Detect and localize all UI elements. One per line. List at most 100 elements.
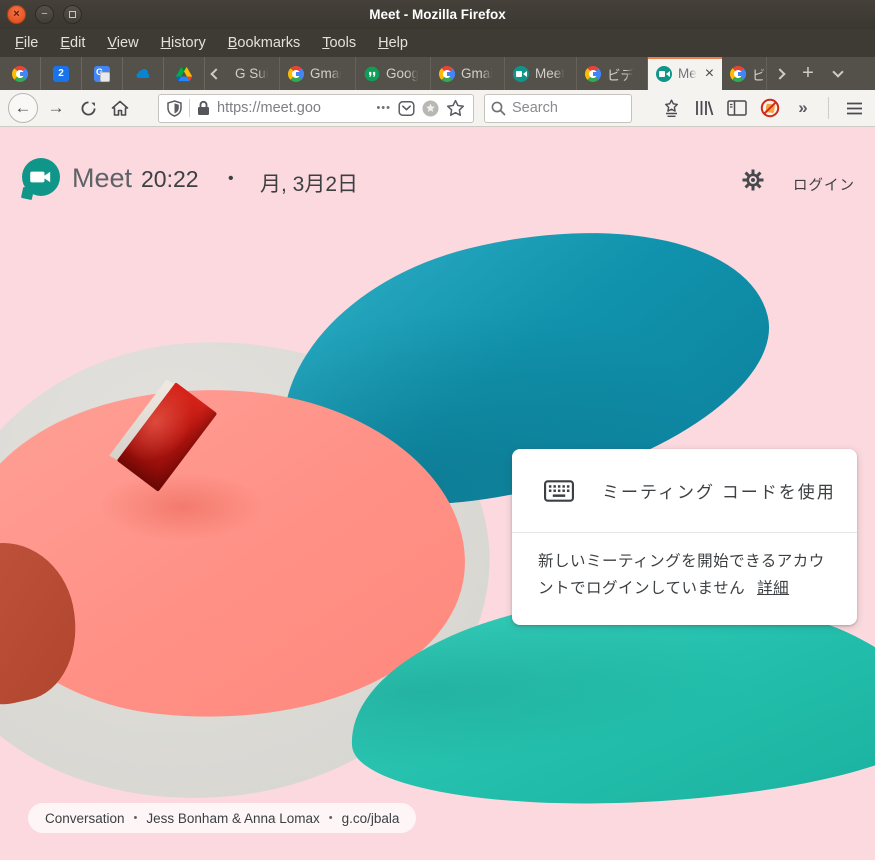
tab-strip: 2 G G Sui G (0, 57, 875, 90)
screenshots-icon[interactable] (422, 100, 439, 117)
meet-icon (656, 66, 672, 82)
new-tab-button[interactable]: + (793, 57, 823, 90)
divider (189, 99, 190, 117)
menu-file[interactable]: File (4, 31, 49, 55)
video-camera-icon (22, 158, 60, 196)
card-message: 新しいミーティングを開始できるアカウントでログインしていません詳細 (512, 533, 857, 602)
tab-label: Meet (535, 66, 565, 81)
window-controls: × − (7, 5, 82, 24)
tab-video-2[interactable]: ビ (722, 57, 767, 90)
bookmark-star-icon[interactable] (446, 99, 465, 117)
search-input[interactable] (512, 100, 612, 116)
current-date: 月, 3月2日 (260, 168, 358, 198)
meet-logo[interactable] (22, 158, 60, 196)
tab-label: Gmai (461, 66, 493, 81)
overflow-menu-button[interactable]: » (790, 95, 816, 121)
bookmarks-menu-icon (662, 99, 681, 118)
card-title: ミーティング コードを使用 (602, 478, 836, 503)
library-icon (694, 99, 714, 117)
scroll-tabs-right-button[interactable] (767, 57, 793, 90)
search-icon (491, 101, 506, 116)
sidebar-icon (727, 100, 747, 116)
pill-item-link: g.co/jbala (342, 811, 400, 826)
reload-button[interactable] (76, 96, 100, 120)
tab-gmail-1[interactable]: Gmai (280, 57, 356, 90)
page-actions-icon[interactable]: ••• (376, 102, 391, 114)
forward-button[interactable]: → (44, 98, 68, 118)
tab-meet-active[interactable]: Me × (648, 57, 722, 90)
app-menu-button[interactable] (841, 95, 867, 121)
tab-video[interactable]: ビデ (577, 57, 648, 90)
toolbar-actions: » (658, 95, 867, 121)
domino-shadow (92, 469, 272, 544)
pill-item-names: Jess Bonham & Anna Lomax (146, 811, 319, 826)
window-title: Meet - Mozilla Firefox (369, 7, 506, 22)
maximize-window-button[interactable] (63, 5, 82, 24)
chevron-down-icon (832, 66, 843, 77)
translate-icon: G (94, 66, 110, 82)
titlebar: × − Meet - Mozilla Firefox (0, 0, 875, 29)
pinned-tab-calendar[interactable]: 2 (41, 57, 82, 90)
google-icon (12, 66, 28, 82)
use-meeting-code-button[interactable]: ミーティング コードを使用 (512, 449, 857, 533)
pinned-tab-translate[interactable]: G (82, 57, 123, 90)
url-bar[interactable]: https://meet.goo ••• (158, 94, 474, 123)
dot-separator: • (134, 812, 138, 824)
search-bar[interactable] (484, 94, 632, 123)
url-text: https://meet.goo (217, 100, 369, 116)
tab-hangouts[interactable]: Goog (356, 57, 431, 90)
pocket-icon[interactable] (398, 100, 415, 117)
bookmarks-menu-button[interactable] (658, 95, 684, 121)
learn-more-link[interactable]: 詳細 (757, 580, 789, 597)
home-button[interactable] (108, 96, 132, 120)
chevron-left-icon (210, 68, 221, 79)
onedrive-cloud-icon (135, 66, 151, 82)
dot-separator: • (329, 812, 333, 824)
minimize-window-button[interactable]: − (35, 5, 54, 24)
meet-logo-bubble (22, 158, 60, 196)
gear-icon (742, 169, 764, 191)
tab-label: Gmai (310, 66, 342, 81)
divider (828, 97, 829, 119)
tab-meet-1[interactable]: Meet (505, 57, 577, 90)
pinned-tab-google[interactable] (0, 57, 41, 90)
navigation-toolbar: ← → https://meet.goo ••• (0, 90, 875, 127)
firefox-window: × − Meet - Mozilla Firefox File Edit Vie… (0, 0, 875, 860)
noscript-extension-button[interactable] (757, 95, 783, 121)
close-tab-icon[interactable]: × (705, 65, 714, 83)
sidebars-button[interactable] (724, 95, 750, 121)
tab-gsuite[interactable]: G Sui (227, 57, 280, 90)
library-button[interactable] (691, 95, 717, 121)
calendar-icon: 2 (53, 66, 69, 82)
menu-tools[interactable]: Tools (311, 31, 367, 55)
scroll-tabs-left-button[interactable] (205, 57, 227, 90)
conversation-pill[interactable]: Conversation • Jess Bonham & Anna Lomax … (28, 803, 416, 833)
tab-label: G Sui (235, 66, 269, 81)
login-button[interactable]: ログイン (793, 174, 855, 195)
google-icon (585, 66, 601, 82)
menu-edit[interactable]: Edit (49, 31, 96, 55)
pinned-tab-onedrive[interactable] (123, 57, 164, 90)
pinned-tab-drive[interactable] (164, 57, 205, 90)
menu-history[interactable]: History (150, 31, 217, 55)
menu-view[interactable]: View (96, 31, 149, 55)
tab-label: Goog (386, 66, 419, 81)
menu-help[interactable]: Help (367, 31, 419, 55)
tab-label: ビ (752, 64, 766, 84)
settings-button[interactable] (742, 169, 764, 191)
list-all-tabs-button[interactable] (823, 57, 853, 90)
close-window-button[interactable]: × (7, 5, 26, 24)
tracking-shield-icon (167, 100, 182, 117)
hamburger-icon (846, 102, 863, 115)
meet-icon (513, 66, 529, 82)
back-button[interactable]: ← (8, 93, 38, 123)
menu-bookmarks[interactable]: Bookmarks (217, 31, 312, 55)
tab-gmail-2[interactable]: Gmai (431, 57, 505, 90)
blocked-scripts-icon (760, 98, 780, 118)
pinned-tabs: 2 G (0, 57, 205, 90)
google-icon (288, 66, 304, 82)
reload-icon (80, 100, 97, 117)
chevron-right-icon (774, 68, 785, 79)
meeting-code-card: ミーティング コードを使用 新しいミーティングを開始できるアカウントでログインし… (512, 449, 857, 625)
current-time: 20:22 (141, 166, 199, 193)
